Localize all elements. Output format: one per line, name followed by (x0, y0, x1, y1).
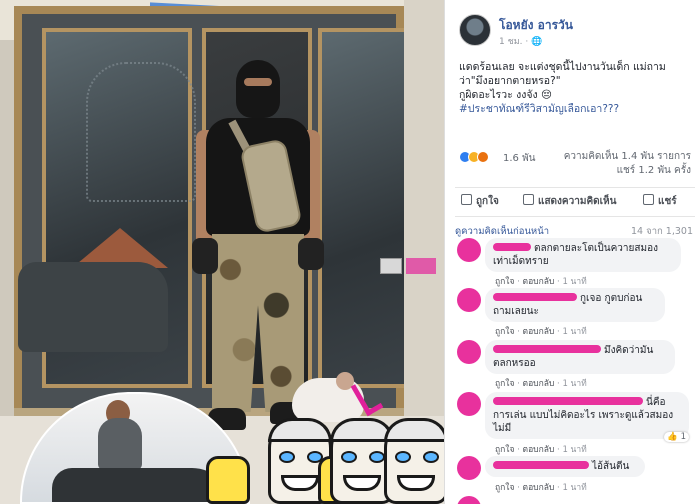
redacted-name (493, 345, 601, 353)
shares-stat[interactable]: แชร์ 1.2 พัน ครั้ง (564, 164, 691, 178)
post-caption: แดดร้อนเลย จะแต่งชุดนี้ไปงานวันเด็ก แม่ถ… (459, 60, 691, 116)
comment-like-link[interactable]: ถูกใจ (495, 327, 514, 337)
cartoon-face-sticker (384, 418, 444, 504)
action-bar: ถูกใจ แสดงความคิดเห็น แชร์ (455, 190, 695, 212)
reaction-icons[interactable] (459, 151, 489, 163)
glass-panel-right (318, 28, 418, 388)
comment-time[interactable]: 1 นาที (562, 379, 586, 389)
commenter-avatar-redacted[interactable] (457, 392, 481, 416)
comment-bubble: ไอ้ส้นตีน (485, 456, 645, 477)
comment-actions: ถูกใจ · ตอบกลับ · 1 นาที (495, 445, 587, 455)
glove-right (298, 238, 324, 270)
divider (455, 216, 695, 217)
comment-bubble: กูเจอ กูตบก่อนถามเลยนะ (485, 288, 665, 322)
like-label: ถูกใจ (476, 196, 499, 207)
comment-count: 14 จาก 1,301 (631, 226, 693, 237)
dot-separator: · (525, 37, 529, 47)
share-icon (643, 194, 654, 205)
comment-icon (523, 194, 534, 205)
comment-actions: ถูกใจ · ตอบกลับ · 1 นาที (495, 379, 587, 389)
author-name[interactable]: โอหยัง อารวัน (499, 16, 573, 35)
door-sticker (380, 258, 402, 274)
caption-line: กูผิดอะไรวะ งงจัง 😔 (459, 89, 552, 101)
reactions-row: 1.6 พัน ความคิดเห็น 1.4 พัน รายการ แชร์ … (459, 150, 691, 186)
comment-label: แสดงความคิดเห็น (538, 196, 617, 207)
commenter-avatar-redacted[interactable] (457, 288, 481, 312)
comment-reply-link[interactable]: ตอบกลับ (523, 379, 555, 389)
hashtag-link[interactable]: #ประชาทัณฑ์รีวิสามัญเลือกเอา??? (459, 102, 691, 116)
window-grille (86, 62, 196, 202)
share-button[interactable]: แชร์ (643, 194, 677, 209)
commenter-avatar-redacted[interactable] (457, 496, 481, 504)
comment-reaction-badge[interactable]: 👍 1 (664, 432, 689, 442)
redacted-name (493, 243, 531, 251)
comment-button[interactable]: แสดงความคิดเห็น (523, 194, 616, 209)
globe-icon: 🌐 (531, 37, 543, 47)
post-stats: ความคิดเห็น 1.4 พัน รายการ แชร์ 1.2 พัน … (564, 150, 691, 178)
comment-like-link[interactable]: ถูกใจ (495, 483, 514, 493)
post-sidebar: โอหยัง อารวัน 1 ชม. · 🌐 แดดร้อนเลย จะแต่… (444, 0, 696, 504)
commenter-avatar-redacted[interactable] (457, 456, 481, 480)
redacted-name (493, 461, 589, 469)
motorcycle (52, 468, 232, 502)
commenter-avatar-redacted[interactable] (457, 238, 481, 262)
angry-reaction-icon (477, 151, 489, 163)
camo-pants (212, 234, 304, 412)
post-photo[interactable] (0, 0, 444, 504)
comment-bubble: มึงคิดว่ามันตลกหรออ (485, 340, 675, 374)
commenter-avatar-redacted[interactable] (457, 340, 481, 364)
comment-text: ไอ้ส้นตีน (592, 461, 630, 472)
view-previous-comments-link[interactable]: ดูความคิดเห็นก่อนหน้า (455, 226, 549, 237)
comment-like-link[interactable]: ถูกใจ (495, 379, 514, 389)
like-button[interactable]: ถูกใจ (461, 194, 499, 209)
eye-slit (244, 78, 272, 86)
comment-bubble: นี่คือการเล่น แบบไม่คิดอะไร เพราะดูแล้วส… (485, 392, 689, 439)
comments-header: ดูความคิดเห็นก่อนหน้า 14 จาก 1,301 (455, 224, 695, 239)
divider (455, 187, 695, 188)
post-meta: 1 ชม. · 🌐 (499, 34, 542, 48)
comment-time[interactable]: 1 นาที (562, 445, 586, 455)
reflected-car (18, 262, 168, 352)
comment-like-link[interactable]: ถูกใจ (495, 277, 514, 287)
comment-reply-link[interactable]: ตอบกลับ (523, 327, 555, 337)
comment-actions: ถูกใจ · ตอบกลับ · 1 นาที (495, 483, 587, 493)
comment-reply-link[interactable]: ตอบกลับ (523, 277, 555, 287)
comment-actions: ถูกใจ · ตอบกลับ · 1 นาที (495, 277, 587, 287)
comment-time[interactable]: 1 นาที (562, 277, 586, 287)
glove-left (192, 238, 218, 274)
balaclava (236, 60, 280, 118)
share-label: แชร์ (658, 196, 677, 207)
comments-stat[interactable]: ความคิดเห็น 1.4 พัน รายการ (564, 150, 691, 164)
post-time[interactable]: 1 ชม. (499, 37, 523, 47)
comment-reaction-count: 1 (680, 432, 686, 442)
comment-reply-link[interactable]: ตอบกลับ (523, 483, 555, 493)
thumbs-up-sticker (206, 456, 250, 504)
comment-time[interactable]: 1 นาที (562, 327, 586, 337)
comment-actions: ถูกใจ · ตอบกลับ · 1 นาที (495, 327, 587, 337)
redacted-name (493, 293, 577, 301)
comment-bubble: ตลกตายละโตเป็นควายสมองเท่าเม็ดทราย (485, 238, 681, 272)
author-avatar[interactable] (459, 14, 491, 46)
caption-line: แดดร้อนเลย จะแต่งชุดนี้ไปงานวันเด็ก แม่ถ… (459, 61, 666, 87)
inset-man (98, 418, 142, 470)
reaction-count[interactable]: 1.6 พัน (503, 151, 536, 166)
comment-reply-link[interactable]: ตอบกลับ (523, 445, 555, 455)
thumbs-up-icon (461, 194, 472, 205)
redacted-name (493, 397, 643, 405)
comment-like-link[interactable]: ถูกใจ (495, 445, 514, 455)
pink-object (406, 258, 436, 274)
comment-time[interactable]: 1 นาที (562, 483, 586, 493)
